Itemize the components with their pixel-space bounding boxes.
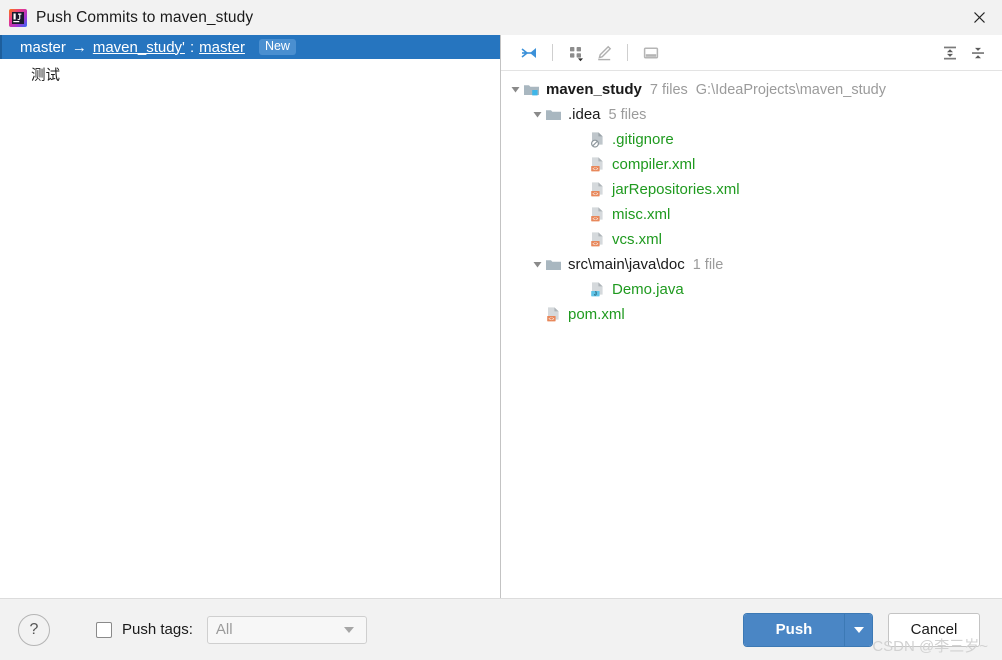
push-tags-label: Push tags:: [122, 621, 193, 638]
tree-node-label: src\main\java\doc: [568, 256, 685, 273]
arrow-icon: →: [71, 38, 87, 56]
xml-file-icon: <>: [589, 231, 606, 248]
chevron-down-icon: [853, 626, 864, 633]
tree-row[interactable]: <> misc.xml: [501, 202, 1002, 227]
group-by-icon[interactable]: [562, 40, 590, 66]
chevron-down-icon[interactable]: [507, 84, 523, 95]
xml-file-icon: <>: [589, 156, 606, 173]
push-button[interactable]: Push: [744, 613, 845, 646]
tree-node-label: .idea: [568, 106, 601, 123]
cancel-button[interactable]: Cancel: [888, 612, 980, 647]
tree-node-count: 7 files: [649, 81, 688, 98]
chevron-down-icon[interactable]: [529, 259, 545, 270]
push-split-button[interactable]: Push: [744, 613, 872, 646]
svg-text:<>: <>: [592, 241, 598, 247]
svg-text:<>: <>: [592, 191, 598, 197]
tree-node-label: Demo.java: [612, 281, 684, 298]
tree-row[interactable]: <> jarRepositories.xml: [501, 177, 1002, 202]
push-options-dropdown[interactable]: [845, 613, 872, 646]
tree-node-label: maven_study: [546, 81, 642, 98]
tree-node-label: vcs.xml: [612, 231, 662, 248]
collapse-selection-icon[interactable]: [515, 40, 543, 66]
folder-icon: [545, 256, 562, 273]
svg-text:<>: <>: [548, 316, 554, 322]
svg-text:<>: <>: [592, 166, 598, 172]
xml-file-icon: <>: [545, 306, 562, 323]
tree-node-label: .gitignore: [612, 131, 674, 148]
push-tags-checkbox[interactable]: [96, 621, 112, 638]
tree-row[interactable]: .gitignore: [501, 127, 1002, 152]
close-icon[interactable]: [956, 0, 1002, 35]
push-commits-dialog: Push Commits to maven_study master → mav…: [0, 0, 1002, 660]
file-tree-toolbar: [501, 35, 1002, 71]
tree-row[interactable]: J Demo.java: [501, 277, 1002, 302]
xml-file-icon: <>: [589, 206, 606, 223]
xml-file-icon: <>: [589, 181, 606, 198]
target-branch-link[interactable]: master: [199, 39, 245, 56]
tree-node-label: pom.xml: [568, 306, 625, 323]
push-tags-select[interactable]: All: [206, 615, 367, 644]
expand-all-icon[interactable]: [936, 40, 964, 66]
tree-node-count: 1 file: [692, 256, 724, 273]
tree-node-label: jarRepositories.xml: [612, 181, 740, 198]
changed-files-tree[interactable]: maven_study 7 files G:\IdeaProjects\maven_…: [501, 71, 1002, 598]
tree-row[interactable]: <> compiler.xml: [501, 152, 1002, 177]
title-bar: Push Commits to maven_study: [0, 0, 1002, 35]
tree-row[interactable]: <> pom.xml: [501, 302, 1002, 327]
window-title: Push Commits to maven_study: [36, 8, 254, 26]
edit-icon: [590, 40, 618, 66]
tree-node-label: compiler.xml: [612, 156, 696, 173]
dialog-content: master → maven_study' : master New 测试 ma…: [0, 35, 1002, 598]
push-tags-group: Push tags: All: [96, 615, 367, 644]
toolbar-divider-1: [552, 44, 553, 61]
tree-row[interactable]: maven_study 7 files G:\IdeaProjects\maven_…: [501, 77, 1002, 102]
folder-icon: [545, 106, 562, 123]
chevron-down-icon[interactable]: [529, 109, 545, 120]
source-branch-label: master: [20, 38, 66, 56]
svg-text:J: J: [594, 291, 597, 297]
remote-name-link[interactable]: maven_study': [93, 39, 185, 56]
help-button[interactable]: ?: [18, 613, 50, 646]
commit-list-pane[interactable]: master → maven_study' : master New 测试: [0, 35, 501, 598]
tree-node-path: G:\IdeaProjects\maven_study: [695, 81, 886, 98]
preview-icon: [637, 40, 665, 66]
tree-node-label: misc.xml: [612, 206, 671, 223]
collapse-all-icon[interactable]: [964, 40, 992, 66]
intellij-idea-icon: [9, 8, 27, 27]
svg-text:<>: <>: [592, 216, 598, 222]
tree-row[interactable]: src\main\java\doc 1 file: [501, 252, 1002, 277]
push-tags-value: All: [215, 621, 233, 638]
branch-separator: :: [189, 38, 195, 56]
changed-files-pane: maven_study 7 files G:\IdeaProjects\maven_…: [501, 35, 1002, 598]
chevron-down-icon: [343, 626, 354, 633]
commit-message[interactable]: 测试: [0, 59, 500, 85]
module-folder-icon: [523, 81, 540, 98]
commit-branch-row[interactable]: master → maven_study' : master New: [0, 35, 500, 59]
new-branch-badge: New: [258, 38, 296, 56]
tree-node-count: 5 files: [608, 106, 647, 123]
dialog-footer: ? Push tags: All Push Cancel CSDN @李三岁~: [0, 598, 1002, 660]
tree-row[interactable]: .idea 5 files: [501, 102, 1002, 127]
toolbar-divider-2: [627, 44, 628, 61]
java-file-icon: J: [589, 281, 606, 298]
tree-row[interactable]: <> vcs.xml: [501, 227, 1002, 252]
gitignore-file-icon: [589, 131, 606, 148]
